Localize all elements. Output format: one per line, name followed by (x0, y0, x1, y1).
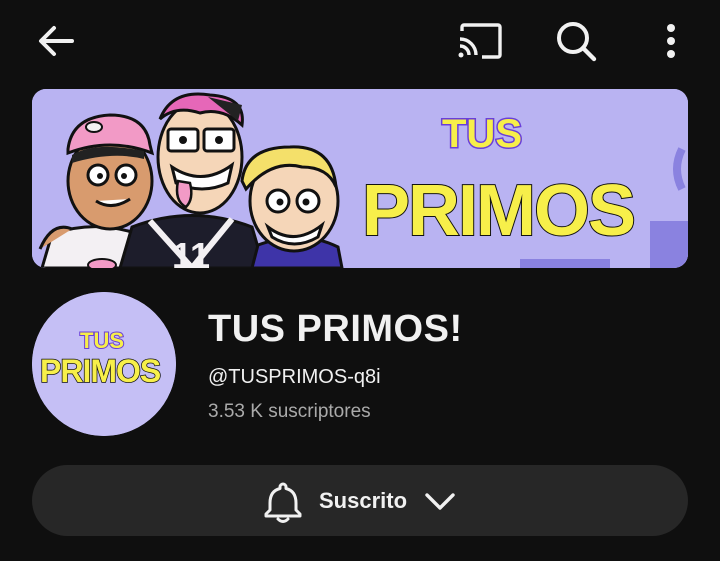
avatar-logo-line2: PRIMOS (40, 353, 161, 389)
top-app-bar (0, 0, 720, 82)
more-vert-icon (667, 24, 675, 58)
subscribed-label: Suscrito (318, 487, 408, 513)
avatar-logo-line1: TUS (80, 328, 124, 353)
banner-logo-line2: PRIMOS (362, 171, 634, 251)
banner-logo-line1: TUS (442, 112, 522, 156)
bell-icon (263, 479, 303, 523)
channel-handle[interactable]: @TUSPRIMOS-q8i (208, 366, 381, 389)
character-right (240, 145, 344, 268)
chevron-down-icon (423, 489, 457, 513)
jersey-number: 11 (172, 235, 210, 268)
channel-avatar[interactable]: TUS PRIMOS (32, 292, 176, 436)
cast-button[interactable] (452, 18, 508, 64)
subscriber-count: 3.53 K suscriptores (208, 401, 371, 422)
cast-icon (458, 23, 502, 59)
avatar-logo: TUS PRIMOS (32, 292, 176, 436)
back-button[interactable] (30, 18, 82, 64)
search-button[interactable] (548, 16, 604, 66)
more-options-button[interactable] (648, 16, 694, 66)
subscribed-button[interactable]: Suscrito (32, 465, 688, 536)
channel-banner: 11 TUS PRIMOS (32, 89, 688, 268)
channel-title: TUS PRIMOS! (208, 308, 463, 350)
search-icon (557, 22, 597, 62)
banner-illustration: 11 TUS PRIMOS (32, 89, 688, 268)
back-arrow-icon (39, 26, 74, 56)
